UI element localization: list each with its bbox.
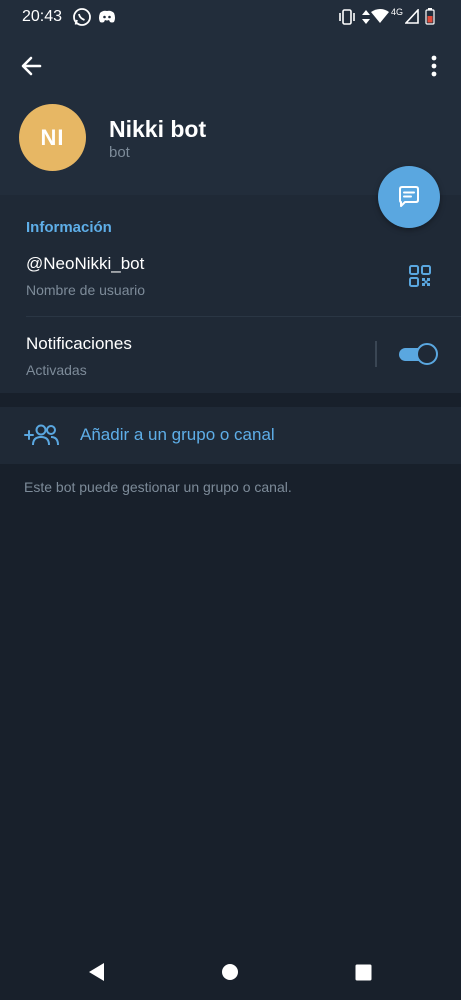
add-to-group-label: Añadir a un grupo o canal bbox=[80, 425, 275, 444]
arrow-left-icon bbox=[21, 56, 42, 76]
toggle-knob bbox=[416, 343, 438, 365]
data-arrows-icon bbox=[362, 10, 370, 24]
info-section-title: Información bbox=[26, 219, 112, 236]
network-type: 4G bbox=[391, 7, 404, 17]
vertical-divider bbox=[375, 341, 377, 367]
add-to-group-button[interactable]: Añadir a un grupo o canal bbox=[0, 407, 461, 464]
system-navigation-bar bbox=[0, 945, 461, 1000]
back-button[interactable] bbox=[18, 52, 46, 80]
info-section: Información @NeoNikki_bot Nombre de usua… bbox=[0, 195, 461, 393]
add-users-icon bbox=[24, 424, 59, 446]
notifications-toggle[interactable] bbox=[399, 343, 438, 365]
message-button[interactable] bbox=[378, 166, 440, 228]
avatar-initials: NI bbox=[40, 124, 65, 150]
add-group-hint: Este bot puede gestionar un grupo o cana… bbox=[24, 479, 292, 495]
notifications-status: Activadas bbox=[26, 362, 87, 378]
divider bbox=[26, 316, 461, 317]
qr-code-icon[interactable] bbox=[409, 265, 431, 287]
notifications-title: Notificaciones bbox=[26, 334, 132, 353]
signal-icon bbox=[405, 9, 419, 24]
whatsapp-icon bbox=[73, 8, 91, 26]
status-bar: 20:43 4G bbox=[0, 0, 461, 34]
vibrate-icon bbox=[339, 9, 355, 25]
discord-icon bbox=[99, 10, 115, 23]
username-label: Nombre de usuario bbox=[26, 282, 146, 298]
home-circle-icon[interactable] bbox=[221, 963, 239, 981]
profile-name: Nikki bot bbox=[109, 116, 207, 142]
profile-subtitle: bot bbox=[109, 144, 130, 161]
recents-square-icon[interactable] bbox=[355, 964, 372, 981]
battery-icon bbox=[425, 8, 435, 25]
message-icon bbox=[399, 186, 419, 207]
status-time: 20:43 bbox=[22, 8, 63, 25]
username-value: @NeoNikki_bot bbox=[26, 254, 145, 273]
avatar[interactable]: NI bbox=[19, 104, 86, 171]
profile-header: 20:43 4G NI Nikki bot bot bbox=[0, 0, 461, 195]
vertical-dots-icon bbox=[431, 55, 437, 77]
wifi-icon bbox=[371, 9, 389, 23]
back-triangle-icon[interactable] bbox=[88, 962, 106, 982]
more-options-button[interactable] bbox=[420, 52, 448, 80]
